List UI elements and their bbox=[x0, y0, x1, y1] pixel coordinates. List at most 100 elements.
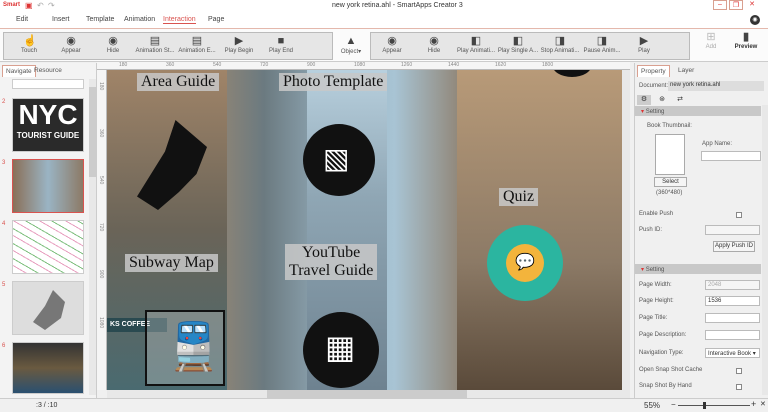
preview-button[interactable]: ▮ Preview bbox=[729, 31, 763, 50]
stop-animation-button[interactable]: ◨ Stop Animati... bbox=[539, 35, 581, 54]
menu-animation[interactable]: Animation bbox=[124, 16, 155, 23]
snap-hand-label: Snap Shot By Hand bbox=[639, 383, 692, 389]
interaction-action-group: ◉ Appear ◉ Hide ◧ Play Animati... ◧ Play Sin… bbox=[370, 32, 690, 60]
film-icon: ▤ bbox=[191, 35, 203, 47]
page-title-input[interactable] bbox=[705, 313, 760, 323]
play-animation-button[interactable]: ◧ Play Animati... bbox=[455, 35, 497, 54]
menu-interaction[interactable]: Interaction bbox=[163, 16, 196, 24]
page-thumbnail-4[interactable] bbox=[12, 220, 84, 274]
chat-icon: 💬 bbox=[506, 244, 544, 282]
page-description-input[interactable] bbox=[705, 330, 760, 340]
pause-animation-button[interactable]: ◨ Pause Anim... bbox=[581, 35, 623, 54]
film-icon: ▤ bbox=[149, 35, 161, 47]
tab-resource[interactable]: Resource bbox=[31, 65, 65, 77]
canvas-horizontal-scrollbar[interactable] bbox=[107, 390, 630, 398]
youtube-button[interactable]: ▦ bbox=[303, 312, 379, 388]
ruler-tick-label: 1440 bbox=[448, 62, 460, 68]
horizontal-ruler: 180 360 540 720 900 1080 1260 1440 1620 1800 bbox=[97, 62, 630, 70]
action-appear-button[interactable]: ◉ Appear bbox=[371, 35, 413, 54]
menu-template[interactable]: Template bbox=[86, 16, 114, 23]
page-thumbnail-3-selected[interactable] bbox=[12, 159, 84, 213]
close-button[interactable]: ✕ bbox=[745, 0, 759, 10]
object-icon: ▲ bbox=[345, 35, 357, 47]
animation-start-button[interactable]: ▤ Animation St... bbox=[134, 35, 176, 54]
page-description-label: Page Description: bbox=[639, 332, 687, 338]
ruler-tick-label: 360 bbox=[98, 129, 104, 138]
tab-property[interactable]: Property bbox=[637, 65, 670, 77]
restore-button[interactable]: ❐ bbox=[729, 0, 743, 10]
transition-icon[interactable]: ⇄ bbox=[673, 95, 687, 105]
page-height-stepper[interactable]: 1536 bbox=[705, 296, 760, 306]
property-scrollbar[interactable] bbox=[762, 105, 768, 395]
tab-layer[interactable]: Layer bbox=[675, 65, 697, 77]
toolbar: ☝ Touch ◉ Appear ◉ Hide ▤ Animation St... ▤ A… bbox=[0, 29, 768, 62]
ruler-tick-label: 1080 bbox=[354, 62, 366, 68]
subway-map-label[interactable]: Subway Map bbox=[125, 254, 218, 272]
page-thumbnail-6[interactable] bbox=[12, 342, 84, 394]
touch-button[interactable]: ☝ Touch bbox=[8, 35, 50, 54]
quiz-button[interactable]: 💬 bbox=[487, 225, 563, 301]
snap-cache-checkbox[interactable] bbox=[736, 368, 742, 374]
hide-button[interactable]: ◉ Hide bbox=[92, 35, 134, 54]
menu-edit[interactable]: Edit bbox=[16, 16, 28, 23]
page-number: 4 bbox=[2, 221, 6, 227]
thumbnail-size-hint: (360*480) bbox=[656, 190, 683, 196]
zoom-out-icon[interactable]: − bbox=[671, 400, 676, 409]
object-dropdown[interactable]: ▲ Object▾ bbox=[336, 35, 366, 55]
select-thumbnail-button[interactable]: Select bbox=[654, 177, 687, 187]
vertical-ruler: 180 360 540 720 900 1080 bbox=[97, 70, 107, 390]
film-icon: ▦ bbox=[325, 329, 356, 365]
film-reel-icon[interactable]: ⊛ bbox=[655, 95, 669, 105]
photo-template-label[interactable]: Photo Template bbox=[279, 73, 388, 91]
play-end-button[interactable]: ■ Play End bbox=[260, 35, 302, 54]
app-name-label: App Name: bbox=[702, 141, 733, 147]
document-field: new york retina.ahl bbox=[668, 81, 764, 91]
tablet-icon: ▮ bbox=[742, 31, 750, 43]
youtube-travel-guide-label[interactable]: YouTube Travel Guide bbox=[285, 244, 378, 280]
settings-gear-icon[interactable]: ⚙ bbox=[637, 95, 651, 105]
save-icon[interactable]: ▣ bbox=[25, 1, 33, 10]
menu-insert[interactable]: Insert bbox=[52, 16, 70, 23]
undo-icon[interactable]: ↶ bbox=[37, 1, 44, 10]
page-thumbnail-1[interactable] bbox=[12, 79, 84, 89]
navigation-type-select[interactable]: Interactive Book ▾ bbox=[705, 348, 760, 358]
stop-icon: ■ bbox=[277, 35, 285, 47]
property-panel: Property Layer Document: new york retina… bbox=[634, 63, 768, 398]
setting-section-header-2[interactable]: Setting bbox=[635, 264, 761, 274]
enable-push-checkbox[interactable] bbox=[736, 212, 742, 218]
menu-page[interactable]: Page bbox=[208, 16, 224, 23]
action-hide-button[interactable]: ◉ Hide bbox=[413, 35, 455, 54]
page-indicator: :3 / :10 bbox=[36, 402, 58, 409]
page-canvas[interactable]: KS COFFEE Area Guide Photo Template Quiz… bbox=[107, 70, 630, 390]
thumbnail-scrollbar[interactable] bbox=[89, 79, 96, 395]
push-id-input[interactable] bbox=[705, 225, 760, 235]
user-avatar[interactable]: ◉ bbox=[750, 15, 760, 25]
zoom-slider[interactable] bbox=[678, 402, 750, 409]
photo-template-button[interactable]: ▧ bbox=[303, 124, 375, 196]
snap-hand-checkbox[interactable] bbox=[736, 384, 742, 390]
area-guide-label[interactable]: Area Guide bbox=[137, 73, 220, 91]
page-thumbnail-2[interactable]: NYC TOURIST GUIDE bbox=[12, 98, 84, 152]
play-begin-button[interactable]: ▶ Play Begin bbox=[218, 35, 260, 54]
zoom-slider-thumb[interactable] bbox=[703, 402, 707, 409]
add-button[interactable]: ⊞ Add bbox=[697, 31, 725, 50]
appear-button[interactable]: ◉ Appear bbox=[50, 35, 92, 54]
page-width-label: Page Width: bbox=[639, 282, 672, 288]
play-single-animation-button[interactable]: ◧ Play Single A... bbox=[497, 35, 539, 54]
redo-icon[interactable]: ↷ bbox=[48, 1, 55, 10]
page-title-label: Page Title: bbox=[639, 315, 668, 321]
apply-push-id-button[interactable]: Apply Push ID bbox=[713, 241, 755, 252]
page-thumbnail-5[interactable] bbox=[12, 281, 84, 335]
quiz-label[interactable]: Quiz bbox=[499, 188, 539, 206]
fit-screen-icon[interactable]: ✕ bbox=[760, 400, 766, 408]
zoom-in-icon[interactable]: + bbox=[751, 399, 756, 409]
play-button[interactable]: ▶ Play bbox=[623, 35, 665, 54]
app-name-input[interactable] bbox=[701, 151, 761, 161]
animation-icon: ◧ bbox=[512, 35, 524, 47]
minimize-button[interactable]: – bbox=[713, 0, 727, 10]
subway-map-button[interactable]: 🚆 bbox=[145, 310, 225, 386]
eye-icon: ◉ bbox=[108, 35, 118, 47]
setting-section-header[interactable]: Setting bbox=[635, 106, 761, 116]
canvas-vertical-scrollbar[interactable] bbox=[622, 70, 630, 390]
animation-end-button[interactable]: ▤ Animation E... bbox=[176, 35, 218, 54]
